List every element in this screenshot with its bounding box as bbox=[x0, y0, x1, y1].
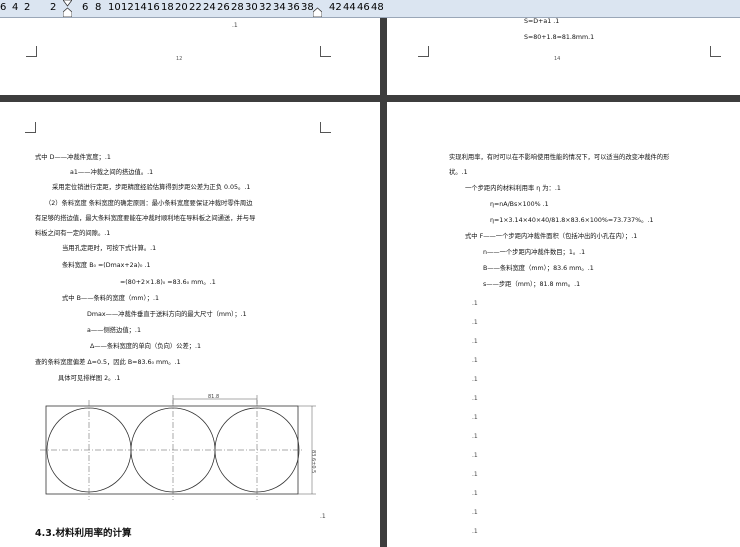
ruler-tick-label: 30 bbox=[245, 2, 258, 13]
ruler-tick-label: 6 bbox=[0, 2, 7, 13]
ruler-tick-label: 8 bbox=[95, 2, 102, 13]
ruler-tick-label: 46 bbox=[357, 2, 370, 13]
paragraph-mark: .1 bbox=[472, 376, 478, 383]
page-bottom-left: 式中 D——冲裁件宽度；.1 a1——冲裁之间的搭边值。.1 采用定位销进行定距… bbox=[0, 102, 380, 547]
page-bottom-right: 实现利用率，有时可以在不影响使用性能的情况下，可以适当的改变冲裁件的形 状。.1… bbox=[387, 102, 740, 547]
crop-mark bbox=[25, 122, 36, 133]
ruler-tick-label: 18 bbox=[161, 2, 174, 13]
ruler-tick-label: 20 bbox=[175, 2, 188, 13]
text-line[interactable]: 当用孔定距时，可按下式计算。.1 bbox=[62, 245, 156, 253]
ruler-tick-label: 2 bbox=[24, 2, 31, 13]
ruler-tick-label: 32 bbox=[259, 2, 272, 13]
crop-mark bbox=[418, 46, 429, 57]
text-line[interactable]: a1——冲裁之间的搭边值。.1 bbox=[70, 169, 153, 177]
ruler-tick-label: 4 bbox=[12, 2, 19, 13]
ruler-tick-label: 48 bbox=[371, 2, 384, 13]
horizontal-ruler[interactable]: 6 4 2 2 6 8 10 12 14 16 18 20 22 24 26 28 30 32 34 36 38 42 44… bbox=[0, 0, 740, 18]
ruler-tick-label: 14 bbox=[134, 2, 147, 13]
page-gap-divider bbox=[0, 95, 740, 102]
paragraph-mark: .1 bbox=[472, 300, 478, 307]
paragraph-mark: .1 bbox=[232, 22, 238, 29]
ruler-tick-label: 34 bbox=[273, 2, 286, 13]
paragraph-mark: .1 bbox=[472, 490, 478, 497]
text-line[interactable]: 有足够的搭边值，最大条料宽度要能在冲裁时顺利地在导料板之间通送，并与导 bbox=[35, 215, 255, 223]
ruler-tick-label: 44 bbox=[343, 2, 356, 13]
text-line[interactable]: 查的条料宽度偏差 Δ=0.5，因此 B=83.6₀ mm。.1 bbox=[35, 359, 181, 367]
text-line[interactable]: a——侧搭边值；.1 bbox=[87, 327, 141, 335]
ruler-tick-label: 28 bbox=[231, 2, 244, 13]
paragraph-mark: .1 bbox=[320, 513, 326, 520]
text-line[interactable]: =(80+2×1.8)₀ =83.6₀ mm。.1 bbox=[120, 279, 216, 287]
section-heading[interactable]: 4.3.材料利用率的计算 bbox=[35, 525, 131, 539]
ruler-tick-label: 26 bbox=[217, 2, 230, 13]
text-line[interactable]: Dmax——冲裁件垂直于送料方向的最大尺寸（mm）；.1 bbox=[87, 311, 247, 319]
text-line[interactable]: 式中 F——一个步距内冲裁件面积（包括冲出的小孔在内）；.1 bbox=[465, 233, 637, 241]
text-line[interactable]: 采用定位销进行定距，步距精度经验估算得到步距公差为正负 0.05。.1 bbox=[52, 184, 250, 192]
dimension-label-width: 83.6±0.5 bbox=[310, 450, 316, 473]
crop-mark bbox=[26, 46, 37, 57]
paragraph-mark: .1 bbox=[472, 509, 478, 516]
paragraph-mark: .1 bbox=[472, 338, 478, 345]
right-indent-marker[interactable] bbox=[313, 0, 322, 17]
ruler-tick-label: 38 bbox=[301, 2, 314, 13]
text-line[interactable]: 实现利用率，有时可以在不影响使用性能的情况下，可以适当的改变冲裁件的形 bbox=[449, 154, 669, 162]
paragraph-mark: .1 bbox=[472, 471, 478, 478]
crop-mark bbox=[320, 46, 331, 57]
ruler-tick-label: 6 bbox=[82, 2, 89, 13]
text-line[interactable]: η=1×3.14×40×40/81.8×83.6×100%=73.737%。.1 bbox=[490, 217, 653, 225]
page-number: 12 bbox=[176, 56, 183, 62]
text-line[interactable]: 一个步距内的材料利用率 η 为：.1 bbox=[465, 185, 561, 193]
ruler-tick-label: 16 bbox=[147, 2, 160, 13]
text-line: S=80+1.8=81.8mm.1 bbox=[524, 34, 595, 41]
page-top-left: .1 12 bbox=[0, 18, 380, 95]
ruler-tick-label: 2 bbox=[50, 2, 57, 13]
paragraph-mark: .1 bbox=[472, 528, 478, 535]
ruler-tick-label: 36 bbox=[287, 2, 300, 13]
paragraph-mark: .1 bbox=[472, 433, 478, 440]
ruler-tick-label: 10 bbox=[108, 2, 121, 13]
text-line[interactable]: B——条料宽度（mm）；83.6 mm。.1 bbox=[483, 265, 594, 273]
text-line[interactable]: 状。.1 bbox=[449, 169, 468, 177]
text-line: S=D+a1 .1 bbox=[524, 18, 560, 25]
paragraph-mark: .1 bbox=[472, 357, 478, 364]
text-line[interactable]: 具体可见排样图 2。.1 bbox=[58, 375, 120, 383]
ruler-tick-label: 12 bbox=[121, 2, 134, 13]
page-number: 14 bbox=[554, 56, 561, 62]
ruler-tick-label: 24 bbox=[203, 2, 216, 13]
dimension-label-step: 81.8 bbox=[208, 394, 219, 400]
text-line[interactable]: η=nA/Bs×100% .1 bbox=[490, 201, 549, 209]
strip-layout-figure: 81.8 83.6±0.5 bbox=[40, 394, 316, 500]
text-line[interactable]: 料板之间有一定的间隙。.1 bbox=[35, 230, 110, 238]
paragraph-mark: .1 bbox=[472, 395, 478, 402]
first-line-indent-marker[interactable] bbox=[63, 0, 72, 17]
crop-mark bbox=[320, 122, 331, 133]
crop-mark bbox=[710, 46, 721, 57]
paragraph-mark: .1 bbox=[472, 414, 478, 421]
text-line[interactable]: s——步距（mm）；81.8 mm。.1 bbox=[483, 281, 580, 289]
text-line[interactable]: 式中 B——条料的宽度（mm）；.1 bbox=[62, 295, 159, 303]
text-line[interactable]: 条料宽度 B₀ =(Dmax+2a)₀ .1 bbox=[62, 262, 150, 270]
paragraph-mark: .1 bbox=[472, 452, 478, 459]
text-line[interactable]: （2）条料宽度 条料宽度的确定原则：最小条料宽度要保证冲裁时零件周边 bbox=[45, 200, 253, 208]
text-line[interactable]: Δ——条料宽度的单向（负向）公差；.1 bbox=[90, 343, 201, 351]
text-line[interactable]: 式中 D——冲裁件宽度；.1 bbox=[35, 154, 111, 162]
text-line[interactable]: n——一个步距内冲裁件数目；1。.1 bbox=[483, 249, 585, 257]
ruler-tick-label: 22 bbox=[189, 2, 202, 13]
page-top-right: S=D+a1 .1 S=80+1.8=81.8mm.1 14 bbox=[387, 18, 740, 95]
ruler-tick-label: 42 bbox=[329, 2, 342, 13]
paragraph-mark: .1 bbox=[472, 319, 478, 326]
